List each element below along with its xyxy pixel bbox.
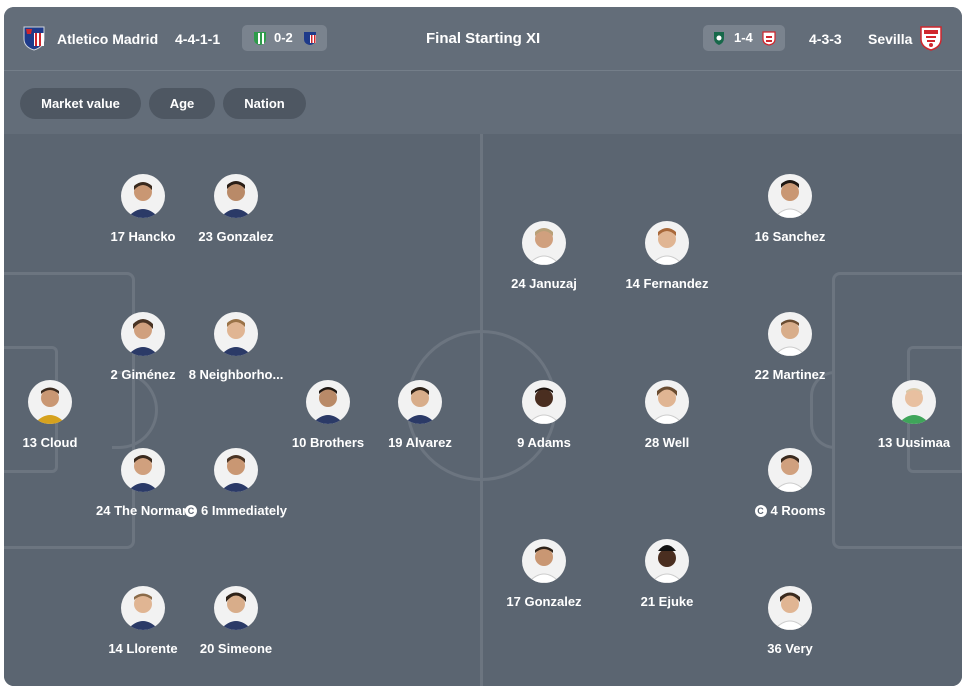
player-avatar (121, 174, 165, 218)
home-last-match[interactable]: 0-2 (242, 25, 327, 51)
player-avatar (645, 380, 689, 424)
captain-icon: C (754, 505, 767, 517)
betis-crest-icon (254, 32, 266, 45)
player-avatar (522, 380, 566, 424)
player-name: 13 Cloud (22, 435, 78, 450)
sevilla-crest-icon (762, 31, 776, 46)
opponent-crest-icon (714, 32, 724, 45)
away-formation: 4-3-3 (809, 31, 842, 47)
player-avatar (768, 312, 812, 356)
player-name-text: 6 Immediately (201, 503, 287, 518)
player-avatar (522, 539, 566, 583)
player-name: 36 Very (767, 641, 813, 656)
player-name: 13 Uusimaa (877, 435, 951, 450)
page-title: Final Starting XI (426, 30, 541, 47)
atletico-crest-icon (23, 26, 45, 51)
player-name: 8 Neighborho... (188, 367, 284, 382)
player-avatar (306, 380, 350, 424)
player-name-text: 4 Rooms (770, 503, 826, 518)
player-avatar (768, 448, 812, 492)
player-name: 14 Fernandez (625, 276, 709, 291)
atletico-crest-icon (304, 32, 316, 45)
player-avatar (214, 586, 258, 630)
player-avatar (522, 221, 566, 265)
player-avatar (892, 380, 936, 424)
away-team-name[interactable]: Sevilla (868, 31, 912, 47)
filter-market-value[interactable]: Market value (20, 88, 141, 119)
player-avatar (398, 380, 442, 424)
lineup-card: Atletico Madrid 4-4-1-1 0-2 Final Starti… (4, 7, 962, 686)
home-formation: 4-4-1-1 (175, 31, 221, 47)
player-name: 16 Sanchez (754, 229, 826, 244)
home-team-name[interactable]: Atletico Madrid (57, 31, 158, 47)
player-avatar (121, 448, 165, 492)
player-avatar (121, 586, 165, 630)
filter-age[interactable]: Age (149, 88, 215, 119)
player-name: 22 Martinez (754, 367, 826, 382)
player-name: 24 Januzaj (511, 276, 577, 291)
player-avatar (214, 174, 258, 218)
player-avatar (768, 586, 812, 630)
player-name: 23 Gonzalez (198, 229, 274, 244)
player-avatar (214, 312, 258, 356)
player-name: C 6 Immediately (176, 503, 296, 519)
player-name: 9 Adams (517, 435, 571, 450)
away-last-match[interactable]: 1-4 (703, 25, 785, 51)
player-name: 28 Well (644, 435, 690, 450)
captain-icon: C (185, 505, 197, 517)
player-avatar (121, 312, 165, 356)
away-last-score: 1-4 (734, 30, 753, 45)
lineup-header: Atletico Madrid 4-4-1-1 0-2 Final Starti… (4, 7, 962, 71)
filter-nation[interactable]: Nation (223, 88, 306, 119)
player-name: 20 Simeone (199, 641, 273, 656)
player-name: C4 Rooms (730, 503, 850, 519)
player-avatar (768, 174, 812, 218)
player-name: 17 Gonzalez (506, 594, 582, 609)
player-name: 19 Alvarez (388, 435, 452, 450)
filter-bar: Market value Age Nation (4, 71, 962, 134)
home-last-score: 0-2 (274, 30, 293, 45)
player-avatar (28, 380, 72, 424)
player-name: 21 Ejuke (640, 594, 694, 609)
player-avatar (645, 539, 689, 583)
player-avatar (645, 221, 689, 265)
sevilla-crest-icon (920, 26, 942, 51)
player-avatar (214, 448, 258, 492)
